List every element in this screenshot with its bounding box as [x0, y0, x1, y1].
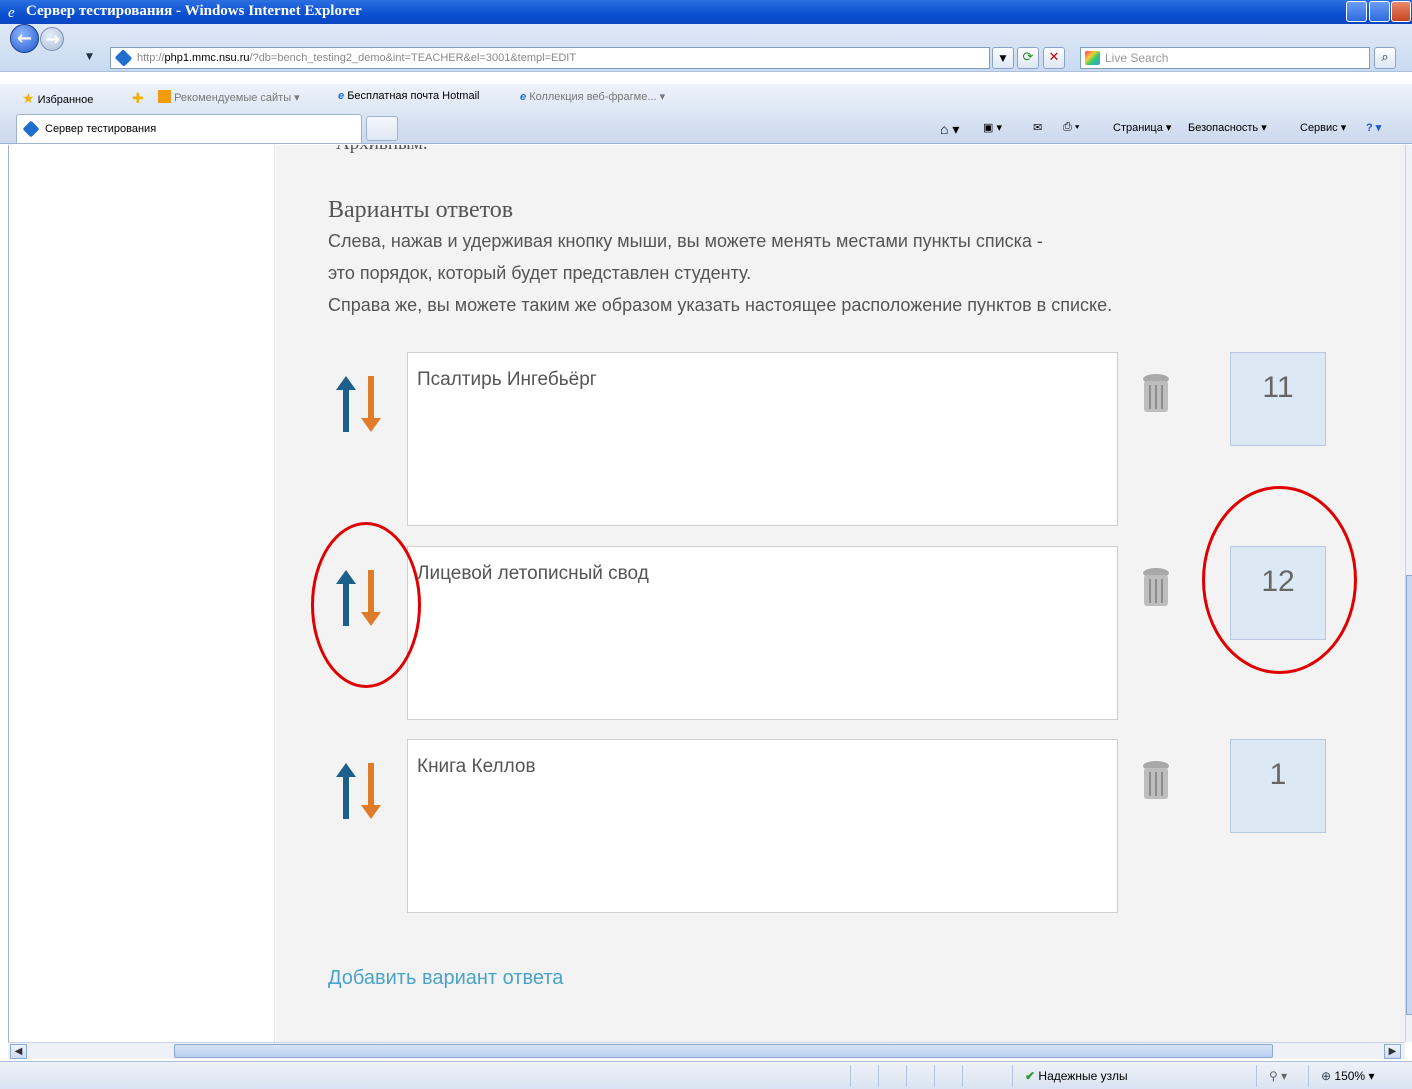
- svg-text:e: e: [8, 5, 15, 19]
- status-cell: [850, 1065, 851, 1087]
- status-bar: ✔ Надежные узлы ⚲ ▾ ⊕ 150% ▾: [0, 1061, 1412, 1089]
- instruction-line: Справа же, вы можете таким же образом ук…: [328, 295, 1113, 315]
- url-path: /?db=bench_testing2_demo&int=TEACHER&el=…: [249, 52, 577, 64]
- ie-page-icon: e: [338, 90, 345, 102]
- tools-menu[interactable]: Сервис ▾: [1300, 121, 1346, 134]
- reorder-handle-icon[interactable]: [334, 570, 384, 626]
- tab-row: Сервер тестирования ⌂ ▾ ▣ ▾ ✉ ⎙ ▾ Страни…: [0, 112, 1412, 144]
- vertical-scrollbar[interactable]: [1405, 145, 1412, 1042]
- stop-icon: ✕: [1048, 50, 1060, 65]
- search-placeholder: Live Search: [1105, 51, 1169, 65]
- correct-position-box[interactable]: 12: [1230, 546, 1326, 640]
- favorites-item-webslices[interactable]: e Коллекция веб-фрагме... ▾: [520, 90, 665, 103]
- status-cell: [934, 1065, 935, 1087]
- site-icon: [22, 120, 40, 138]
- stop-button[interactable]: ✕: [1043, 47, 1065, 69]
- status-cell: [906, 1065, 907, 1087]
- back-button[interactable]: ←: [10, 24, 39, 53]
- favorites-item-suggested[interactable]: Рекомендуемые сайты ▾: [158, 90, 300, 104]
- search-icon: ⌕: [1381, 50, 1389, 65]
- cutoff-text: Архивным.: [336, 145, 428, 155]
- favorites-star-icon: ★: [22, 90, 35, 106]
- address-input[interactable]: http://php1.mmc.nsu.ru/?db=bench_testing…: [110, 47, 990, 69]
- answer-text-field[interactable]: Лицевой летописный свод: [407, 546, 1118, 720]
- zoom-control[interactable]: ⊕ 150% ▾: [1308, 1065, 1408, 1087]
- chevron-down-icon: ▼: [999, 54, 1007, 64]
- reorder-handle-icon[interactable]: [334, 376, 384, 432]
- refresh-button[interactable]: ⟳: [1017, 47, 1039, 69]
- status-cell: [878, 1065, 879, 1087]
- live-search-logo-icon: [1085, 51, 1100, 65]
- correct-position-box[interactable]: 11: [1230, 352, 1326, 446]
- add-favorite-button[interactable]: ✚: [132, 90, 144, 107]
- favorites-bar: ★ Избранное ✚ Рекомендуемые сайты ▾ e Бе…: [0, 84, 1412, 112]
- favorites-button[interactable]: ★ Избранное: [22, 90, 93, 107]
- favorites-label: Избранное: [37, 94, 94, 106]
- site-icon: [114, 49, 133, 67]
- forward-arrow-icon: →: [45, 29, 61, 50]
- scroll-right-button[interactable]: ▶: [1384, 1044, 1401, 1059]
- url-prefix: http://: [137, 52, 165, 64]
- security-zone[interactable]: ✔ Надежные узлы: [1012, 1065, 1252, 1087]
- address-dropdown-button[interactable]: ▼: [992, 47, 1014, 69]
- maximize-button[interactable]: [1369, 1, 1390, 22]
- answers-heading: Варианты ответов: [328, 197, 514, 223]
- answer-row: Псалтирь Ингебьёрг 11: [276, 352, 1405, 528]
- safety-menu[interactable]: Безопасность ▾: [1188, 121, 1267, 134]
- help-icon[interactable]: ? ▾: [1366, 121, 1381, 134]
- search-input[interactable]: Live Search: [1080, 47, 1370, 69]
- favorites-item-hotmail[interactable]: e Бесплатная почта Hotmail: [338, 90, 479, 102]
- answer-row: Книга Келлов 1: [276, 739, 1405, 915]
- mail-icon[interactable]: ✉: [1033, 121, 1042, 134]
- favorites-item-label: Рекомендуемые сайты ▾: [174, 92, 300, 104]
- favorites-item-label: Бесплатная почта Hotmail: [347, 90, 480, 102]
- instruction-line: это порядок, который будет представлен с…: [328, 263, 752, 283]
- correct-position-box[interactable]: 1: [1230, 739, 1326, 833]
- search-button[interactable]: ⌕: [1374, 47, 1396, 69]
- minimize-button[interactable]: [1346, 1, 1367, 22]
- add-favorite-icon: ✚: [132, 90, 144, 106]
- new-tab-button[interactable]: [366, 116, 398, 141]
- home-icon[interactable]: ⌂ ▾: [940, 121, 959, 138]
- history-dropdown-icon[interactable]: ▼: [86, 52, 93, 62]
- status-cell: [962, 1065, 963, 1087]
- page-viewport: Архивным. Варианты ответов Слева, нажав …: [8, 145, 1405, 1042]
- tab-title: Сервер тестирования: [45, 123, 157, 135]
- horizontal-scroll-thumb[interactable]: [174, 1044, 1273, 1058]
- protected-mode-icon[interactable]: ⚲ ▾: [1256, 1065, 1304, 1087]
- zoom-level: 150%: [1334, 1069, 1366, 1083]
- window-title-bar: e Сервер тестирования - Windows Internet…: [0, 0, 1412, 24]
- trash-icon[interactable]: [1141, 759, 1171, 801]
- ie-logo-icon: e: [8, 5, 15, 19]
- favorites-item-label: Коллекция веб-фрагме... ▾: [529, 91, 666, 103]
- vertical-scroll-thumb[interactable]: [1406, 575, 1412, 1015]
- scroll-left-button[interactable]: ◀: [10, 1044, 27, 1059]
- ie-page-icon: e: [520, 91, 527, 103]
- left-panel: [9, 145, 275, 1042]
- answer-text-field[interactable]: Псалтирь Ингебьёрг: [407, 352, 1118, 526]
- instruction-line: Слева, нажав и удерживая кнопку мыши, вы…: [328, 231, 1043, 251]
- suggested-sites-icon: [158, 90, 171, 103]
- horizontal-scrollbar[interactable]: ◀ ▶: [8, 1042, 1405, 1059]
- main-panel: Архивным. Варианты ответов Слева, нажав …: [276, 145, 1405, 1042]
- reorder-handle-icon[interactable]: [334, 763, 384, 819]
- window-title: Сервер тестирования - Windows Internet E…: [26, 3, 362, 19]
- checkmark-icon: ✔: [1025, 1069, 1036, 1083]
- add-answer-link[interactable]: Добавить вариант ответа: [328, 967, 563, 990]
- forward-button[interactable]: →: [40, 27, 64, 51]
- trash-icon[interactable]: [1141, 372, 1171, 414]
- tab-active[interactable]: Сервер тестирования: [16, 114, 362, 143]
- feeds-icon[interactable]: ▣ ▾: [983, 121, 1002, 134]
- page-menu[interactable]: Страница ▾: [1113, 121, 1171, 134]
- back-arrow-icon: ←: [17, 28, 33, 49]
- close-button[interactable]: [1391, 1, 1411, 22]
- answer-row: Лицевой летописный свод 12: [276, 546, 1405, 722]
- print-icon[interactable]: ⎙ ▾: [1063, 121, 1079, 134]
- trash-icon[interactable]: [1141, 566, 1171, 608]
- refresh-icon: ⟳: [1022, 50, 1034, 65]
- zone-label: Надежные узлы: [1038, 1069, 1128, 1083]
- url-host: php1.mmc.nsu.ru: [164, 52, 250, 64]
- answer-text-field[interactable]: Книга Келлов: [407, 739, 1118, 913]
- zoom-icon: ⊕: [1321, 1069, 1332, 1083]
